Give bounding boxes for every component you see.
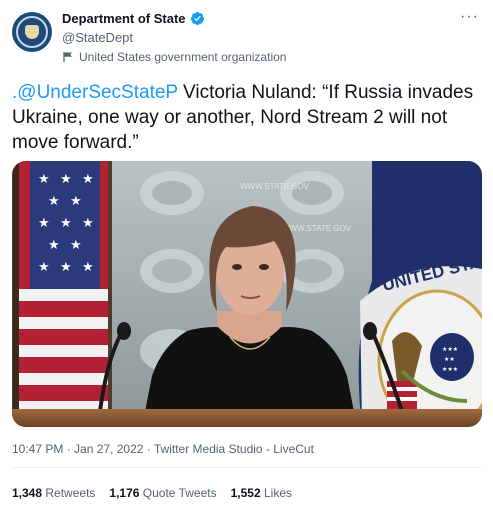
tweet-video[interactable]: WWW.STATE.GOV WWW.STATE.GOV ★ ★ ★ ★ ★ ★ ★ ★ ★… [12, 161, 482, 427]
more-options-button[interactable]: ··· [460, 8, 479, 26]
organization-label-text: United States government organization [79, 50, 287, 64]
retweets-count: 1,348 [12, 486, 43, 500]
svg-text:★: ★ [70, 238, 82, 253]
backdrop-text-2: WWW.STATE.GOV [282, 224, 352, 233]
svg-text:★★: ★★ [444, 356, 455, 363]
state-department-seal-icon [16, 16, 48, 48]
likes-stat[interactable]: 1,552 Likes [231, 486, 292, 500]
state-department-flag: UNITED STA ★★★★★★★★ [358, 161, 482, 427]
tweet-text: .@UnderSecStateP Victoria Nuland: “If Ru… [12, 80, 482, 155]
quote-tweets-count: 1,176 [109, 486, 140, 500]
retweets-stat[interactable]: 1,348 Retweets [12, 486, 95, 500]
svg-text:★★★: ★★★ [442, 366, 458, 373]
author-name-row[interactable]: Department of State [62, 11, 205, 26]
quote-tweets-stat[interactable]: 1,176 Quote Tweets [109, 486, 216, 500]
engagement-stats: 1,348 Retweets 1,176 Quote Tweets 1,552 … [12, 486, 292, 500]
svg-text:★: ★ [38, 216, 50, 231]
svg-text:★: ★ [60, 172, 72, 187]
profile-avatar[interactable] [12, 12, 52, 52]
svg-text:★★★: ★★★ [442, 346, 458, 353]
quote-tweets-label: Quote Tweets [142, 486, 217, 500]
video-frame: WWW.STATE.GOV WWW.STATE.GOV ★ ★ ★ ★ ★ ★ ★ ★ ★… [12, 161, 482, 427]
flag-icon [63, 52, 72, 62]
svg-text:★: ★ [38, 172, 50, 187]
svg-text:★: ★ [38, 260, 50, 275]
organization-label: United States government organization [62, 50, 286, 64]
likes-count: 1,552 [230, 486, 261, 500]
svg-text:★: ★ [82, 260, 94, 275]
svg-text:★: ★ [70, 194, 82, 209]
tweet-timestamp[interactable]: 10:47 PM · Jan 27, 2022 · Twitter Media … [12, 442, 314, 456]
retweets-label: Retweets [45, 486, 96, 500]
us-flag: ★ ★ ★ ★ ★ ★ ★ ★ ★ ★ ★ ★ ★ [13, 161, 108, 427]
author-handle[interactable]: @StateDept [62, 30, 133, 45]
author-display-name[interactable]: Department of State [62, 11, 186, 26]
svg-text:★: ★ [60, 216, 72, 231]
divider [12, 467, 482, 468]
svg-text:★: ★ [82, 172, 94, 187]
verified-badge-icon [190, 11, 204, 26]
ellipsis-icon: ··· [460, 8, 479, 25]
svg-text:★: ★ [48, 194, 60, 209]
mention-link[interactable]: .@UnderSecStateP [12, 82, 178, 103]
svg-text:★: ★ [48, 238, 60, 253]
svg-text:★: ★ [82, 216, 94, 231]
backdrop-text: WWW.STATE.GOV [240, 182, 310, 191]
podium [12, 409, 482, 427]
likes-label: Likes [263, 486, 292, 500]
svg-text:★: ★ [60, 260, 72, 275]
